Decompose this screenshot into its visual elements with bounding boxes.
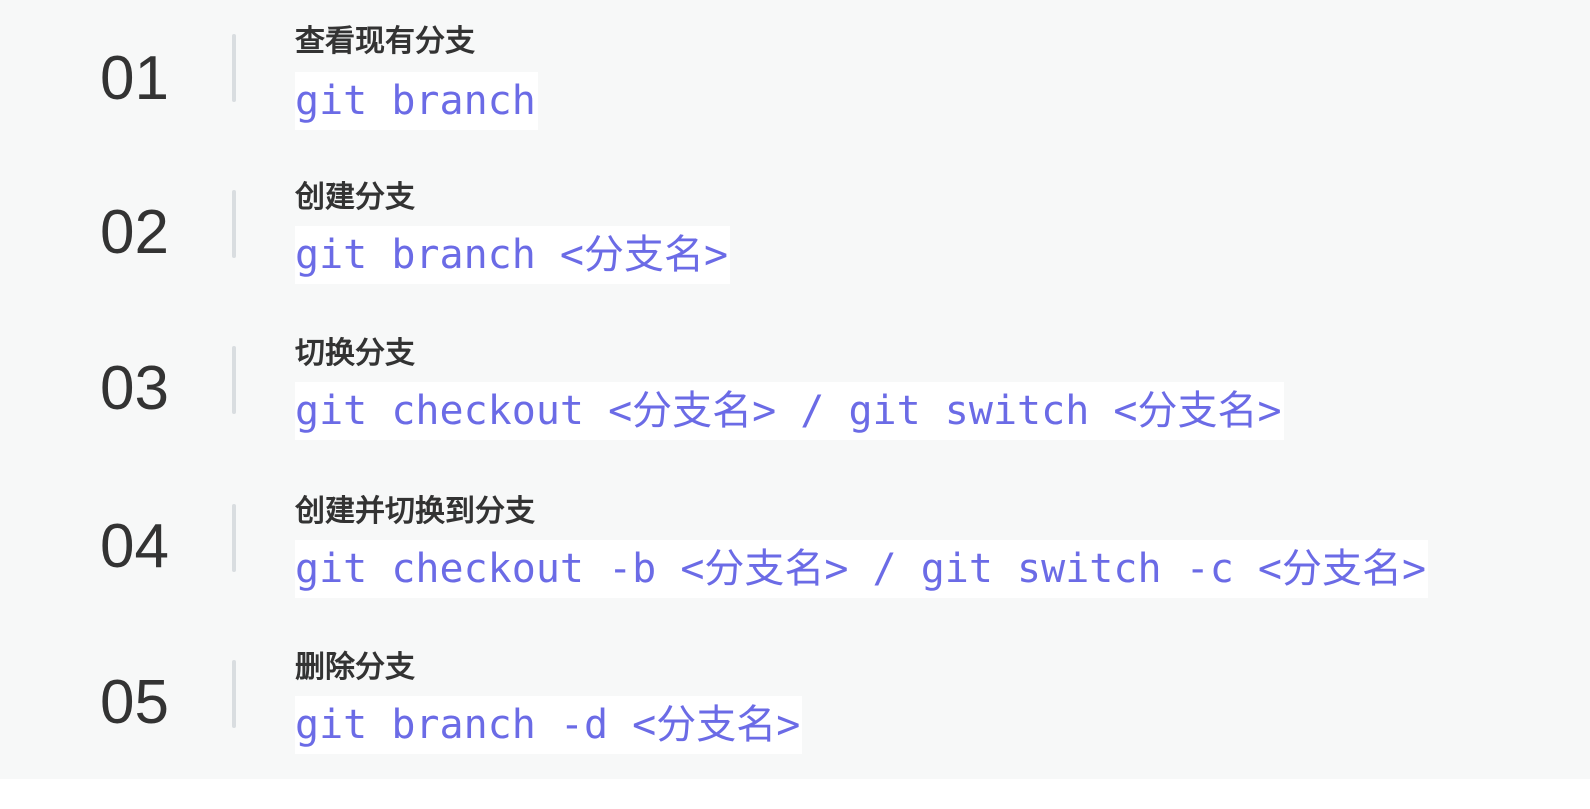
git-branch-commands-panel: 01 查看现有分支 git branch 02 创建分支 git branch … — [0, 0, 1590, 779]
command-item-04: 04 创建并切换到分支 git checkout -b <分支名> / git … — [0, 476, 1590, 606]
step-title: 创建分支 — [295, 180, 415, 215]
step-divider — [232, 660, 236, 728]
step-title: 删除分支 — [295, 650, 415, 685]
step-number: 02 — [100, 198, 169, 267]
step-title: 查看现有分支 — [295, 24, 475, 59]
command-code: git checkout -b <分支名> / git switch -c <分… — [295, 540, 1429, 598]
command-code: git branch -d <分支名> — [295, 696, 803, 754]
step-divider — [232, 34, 236, 102]
step-number: 01 — [100, 44, 169, 113]
command-item-03: 03 切换分支 git checkout <分支名> / git switch … — [0, 318, 1590, 448]
step-title: 创建并切换到分支 — [295, 494, 535, 529]
step-number: 05 — [100, 668, 169, 737]
command-code: git checkout <分支名> / git switch <分支名> — [295, 382, 1284, 440]
command-item-02: 02 创建分支 git branch <分支名> — [0, 162, 1590, 292]
step-divider — [232, 504, 236, 572]
command-item-01: 01 查看现有分支 git branch — [0, 6, 1590, 136]
step-number: 03 — [100, 354, 169, 423]
command-item-05: 05 删除分支 git branch -d <分支名> — [0, 632, 1590, 762]
step-number: 04 — [100, 512, 169, 581]
step-divider — [232, 190, 236, 258]
step-title: 切换分支 — [295, 336, 415, 371]
command-code: git branch <分支名> — [295, 226, 731, 284]
command-code: git branch — [295, 72, 538, 130]
step-divider — [232, 346, 236, 414]
